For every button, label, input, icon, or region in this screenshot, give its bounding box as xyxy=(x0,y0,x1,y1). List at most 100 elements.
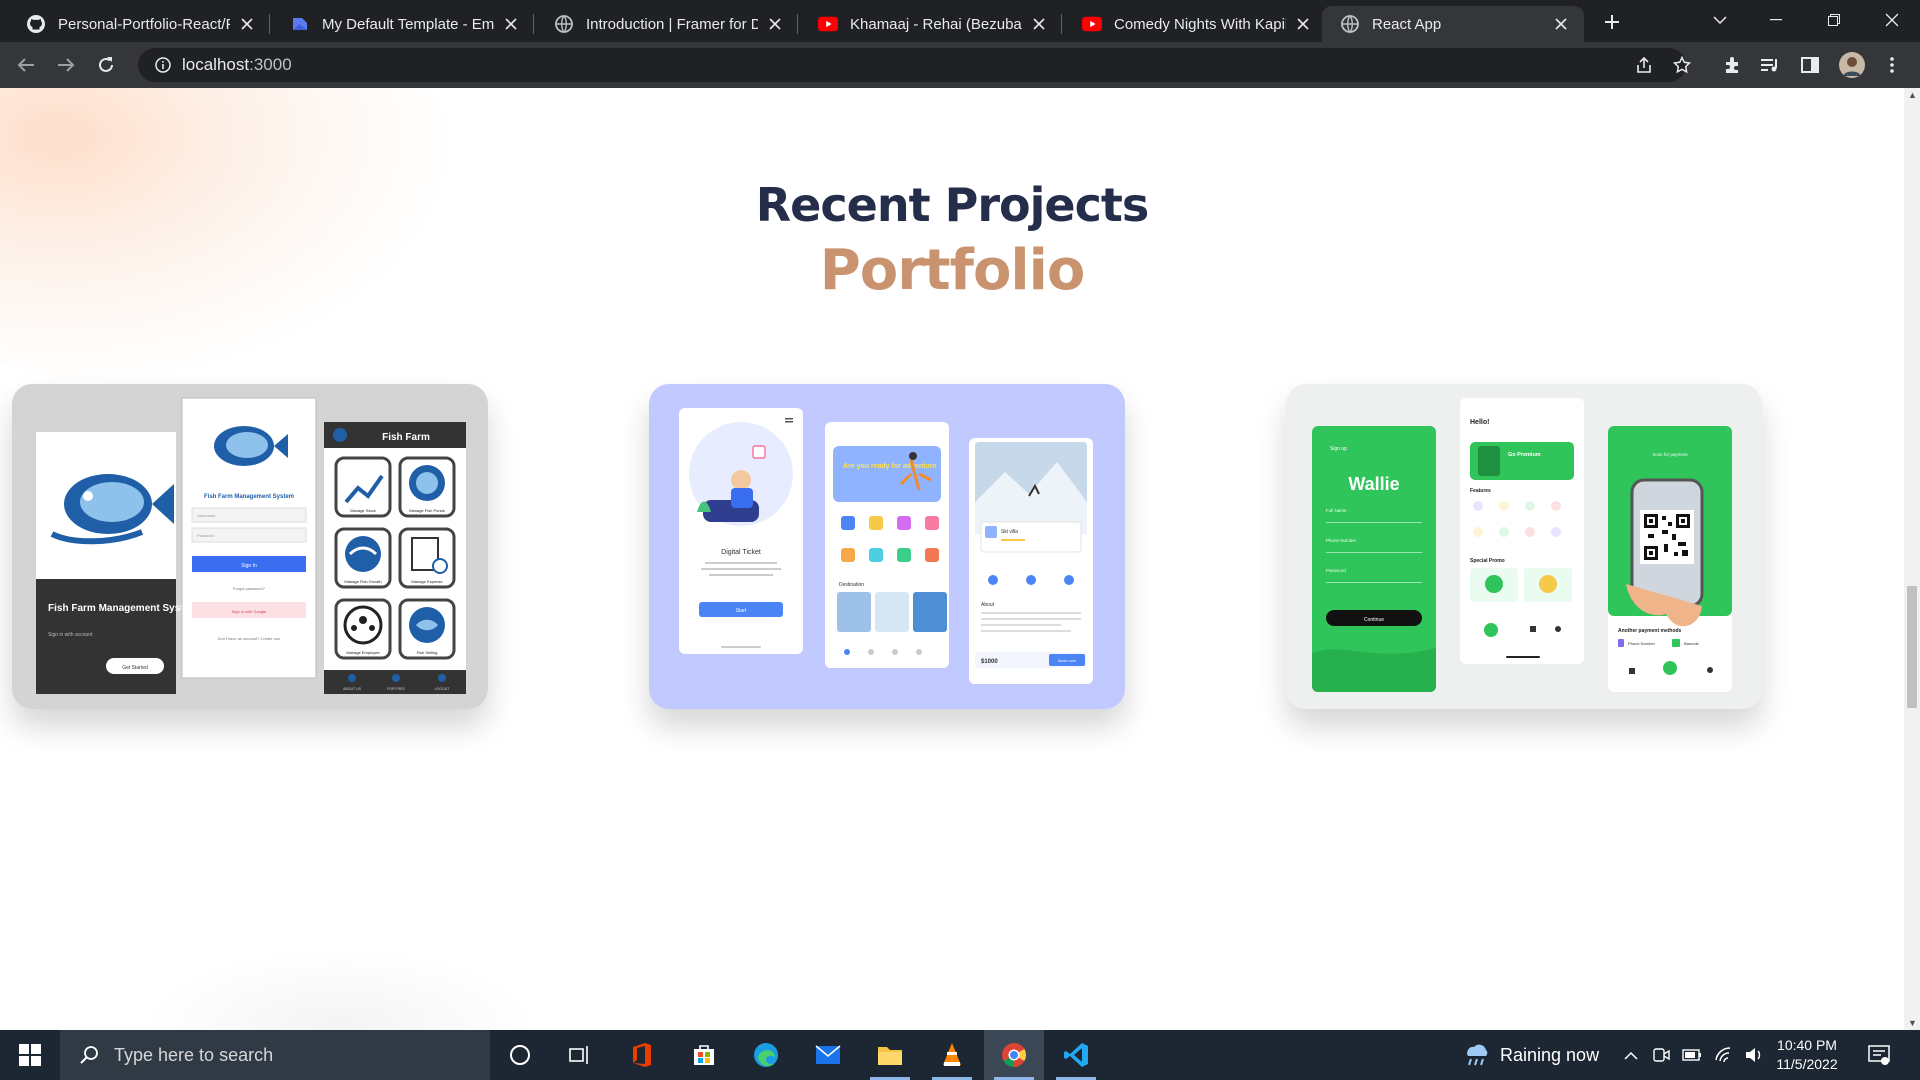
profile-avatar[interactable] xyxy=(1838,51,1866,79)
search-icon xyxy=(76,1042,102,1068)
restore-button[interactable] xyxy=(1806,0,1862,40)
travel-hero-text: Are you ready for adventure xyxy=(843,463,936,470)
tab-strip: Personal-Portfolio-React/Fo My Default T… xyxy=(0,0,1920,42)
site-info-icon[interactable] xyxy=(146,48,180,82)
wallie-scan: Scan for payment xyxy=(1652,452,1688,457)
task-view-icon[interactable] xyxy=(550,1030,610,1080)
extensions-icon[interactable] xyxy=(1718,51,1746,79)
close-icon[interactable] xyxy=(1294,15,1312,33)
project-preview-travel: Digital Ticket Start Are you ready for a… xyxy=(649,384,1125,709)
close-icon[interactable] xyxy=(1552,15,1570,33)
close-icon[interactable] xyxy=(238,15,256,33)
chrome-icon[interactable] xyxy=(984,1030,1044,1080)
media-control-icon[interactable] xyxy=(1756,51,1784,79)
travel-price: $1000 xyxy=(981,659,998,665)
tab-email-template[interactable]: My Default Template - Emai xyxy=(272,6,534,42)
notifications-icon[interactable] xyxy=(1868,1030,1890,1080)
tab-title: Personal-Portfolio-React/Fo xyxy=(58,15,230,33)
microsoft-store-icon[interactable] xyxy=(674,1030,734,1080)
forward-icon[interactable] xyxy=(52,51,80,79)
fish-tile-label: Manage Fish Growth xyxy=(344,579,381,584)
tab-youtube-khamaaj[interactable]: Khamaaj - Rehai (Bezubaan xyxy=(800,6,1062,42)
taskbar-search-box[interactable]: Type here to search xyxy=(60,1030,490,1080)
url-text: localhost:3000 xyxy=(182,55,292,75)
close-icon[interactable] xyxy=(502,15,520,33)
wallie-other: Another payment methods xyxy=(1618,628,1682,634)
bookmark-star-icon[interactable] xyxy=(1668,51,1696,79)
scrollbar-thumb[interactable] xyxy=(1907,586,1917,708)
globe-icon xyxy=(1340,14,1360,34)
wallie-continue: Continue xyxy=(1364,617,1384,623)
tab-react-app[interactable]: React App xyxy=(1322,6,1584,42)
tab-title: My Default Template - Emai xyxy=(322,15,494,33)
project-card-travel[interactable]: Digital Ticket Start Are you ready for a… xyxy=(649,384,1125,709)
page-scrollbar[interactable]: ▲ ▼ xyxy=(1904,88,1920,1030)
meet-now-icon[interactable] xyxy=(1652,1030,1670,1080)
office-icon[interactable] xyxy=(612,1030,672,1080)
volume-icon[interactable] xyxy=(1744,1030,1764,1080)
share-icon[interactable] xyxy=(1630,51,1658,79)
wifi-icon[interactable] xyxy=(1714,1030,1734,1080)
project-preview-fish-farm: Fish Farm Management System Sign in with… xyxy=(12,384,488,709)
tab-framer[interactable]: Introduction | Framer for De xyxy=(536,6,798,42)
youtube-icon xyxy=(818,14,838,34)
windows-start-button[interactable] xyxy=(0,1030,60,1080)
wallie-promo: Special Promo xyxy=(1470,558,1505,564)
tab-github[interactable]: Personal-Portfolio-React/Fo xyxy=(8,6,270,42)
show-hidden-icons-chevron-icon[interactable] xyxy=(1624,1030,1638,1080)
tab-youtube-comedy[interactable]: Comedy Nights With Kapil xyxy=(1064,6,1326,42)
cortana-icon[interactable] xyxy=(490,1030,550,1080)
fish-screen-subtitle: Sign in with account xyxy=(48,632,93,638)
edge-icon[interactable] xyxy=(736,1030,796,1080)
wallie-features: Features xyxy=(1470,488,1491,494)
tab-search-chevron-icon[interactable] xyxy=(1692,0,1748,40)
more-menu-icon[interactable] xyxy=(1878,51,1906,79)
fish-cta: Get Started xyxy=(122,665,148,671)
weather-widget[interactable]: Raining now xyxy=(1462,1030,1599,1080)
fish-tile-label: Manage Fish Ponds xyxy=(409,508,445,513)
project-card-fish-farm[interactable]: Fish Farm Management System Sign in with… xyxy=(12,384,488,709)
file-explorer-icon[interactable] xyxy=(860,1030,920,1080)
globe-icon xyxy=(554,14,574,34)
wallie-field-label: Full Name xyxy=(1326,508,1347,513)
close-window-button[interactable] xyxy=(1864,0,1920,40)
weather-text: Raining now xyxy=(1500,1044,1600,1065)
battery-icon[interactable] xyxy=(1682,1030,1702,1080)
minimize-button[interactable] xyxy=(1748,0,1804,40)
travel-about: About xyxy=(981,602,995,608)
wallie-hello: Hello! xyxy=(1470,419,1489,426)
page-viewport: Recent Projects Portfolio Fish Farm Mana… xyxy=(0,88,1904,1030)
windows-taskbar: Type here to search Raining now 10:40 PM… xyxy=(0,1030,1920,1080)
clock-date: 11/5/2022 xyxy=(1776,1056,1838,1072)
tab-title: Comedy Nights With Kapil xyxy=(1114,15,1286,33)
youtube-icon xyxy=(1082,14,1102,34)
wallie-signup-label: Sign up xyxy=(1330,446,1347,452)
wallie-field-label: Password xyxy=(1326,568,1346,573)
fish-login-title: Fish Farm Management System xyxy=(204,494,294,500)
wallie-premium: Go Premium xyxy=(1508,452,1541,458)
fish-dashboard-title: Fish Farm xyxy=(382,432,430,443)
address-bar[interactable]: localhost:3000 xyxy=(138,48,1686,82)
vscode-icon[interactable] xyxy=(1046,1030,1106,1080)
taskbar-clock[interactable]: 10:40 PM 11/5/2022 xyxy=(1766,1036,1848,1074)
vlc-icon[interactable] xyxy=(922,1030,982,1080)
rain-cloud-icon xyxy=(1462,1042,1490,1068)
side-panel-icon[interactable] xyxy=(1796,51,1824,79)
url-port: :3000 xyxy=(249,55,292,74)
fish-nav: LOGOUT xyxy=(435,687,451,691)
scroll-up-icon[interactable]: ▲ xyxy=(1908,90,1917,100)
fish-tile-label: Manage Employee xyxy=(346,650,380,655)
reload-icon[interactable] xyxy=(92,51,120,79)
project-card-wallie[interactable]: Sign up Wallie Full Name Phone Number Pa… xyxy=(1286,384,1762,709)
back-icon[interactable] xyxy=(12,51,40,79)
close-icon[interactable] xyxy=(766,15,784,33)
close-icon[interactable] xyxy=(1030,15,1048,33)
wallie-field-label: Phone Number xyxy=(1326,538,1357,543)
fish-screen-title: Fish Farm Management System xyxy=(48,603,198,614)
new-tab-button[interactable] xyxy=(1598,8,1626,36)
scroll-down-icon[interactable]: ▼ xyxy=(1908,1018,1917,1028)
decorative-blur xyxy=(140,948,540,1030)
tab-title: React App xyxy=(1372,15,1442,33)
wallie-method: Barcode xyxy=(1684,641,1700,646)
mail-icon[interactable] xyxy=(798,1030,858,1080)
